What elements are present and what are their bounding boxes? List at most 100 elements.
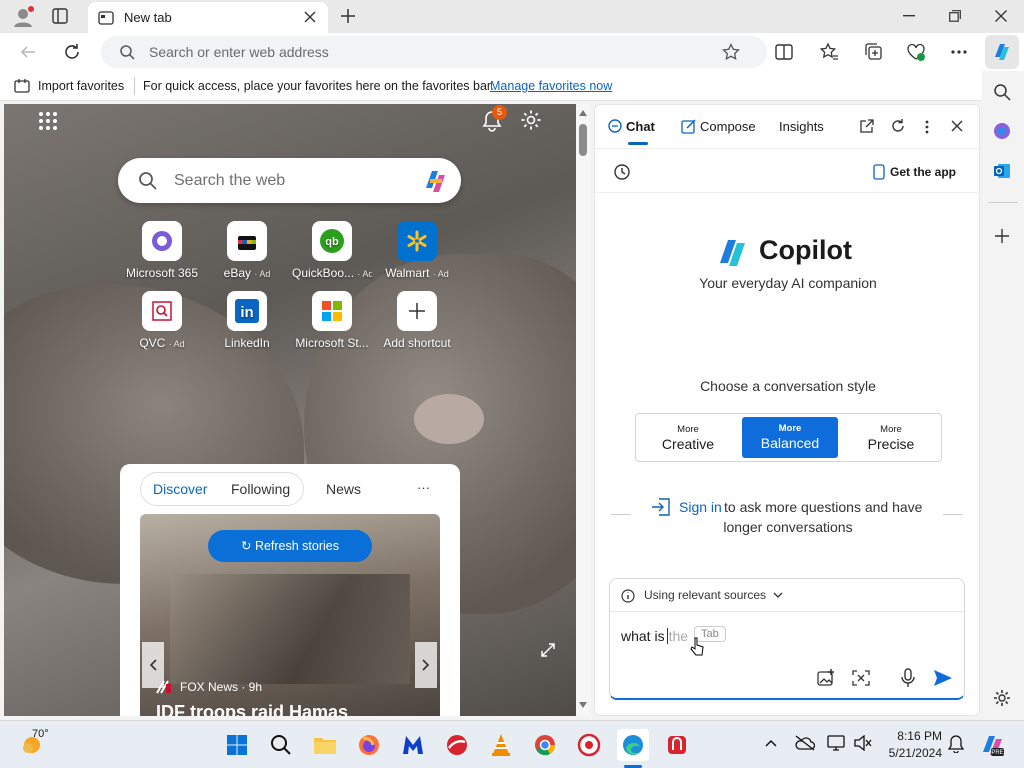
copilot-search-icon[interactable] xyxy=(421,166,451,196)
tab-compose[interactable]: Compose xyxy=(700,119,756,134)
start-button[interactable] xyxy=(221,729,253,761)
sources-dropdown[interactable]: Using relevant sources xyxy=(644,588,766,602)
favorites-icon[interactable] xyxy=(819,42,839,62)
search-icon xyxy=(138,171,158,191)
page-scrollbar[interactable] xyxy=(576,104,590,716)
refresh-icon: ↻ xyxy=(240,539,255,553)
story-card[interactable]: ↻ Refresh stories FOX News · 9h IDF troo… xyxy=(140,514,440,716)
apps-grid-icon[interactable] xyxy=(38,111,58,131)
chevron-up-icon[interactable] xyxy=(765,739,777,747)
screenshot-icon[interactable] xyxy=(852,670,870,686)
copilot-toolbar-button[interactable] xyxy=(985,35,1019,69)
chrome-icon[interactable] xyxy=(529,729,561,761)
notifications-bell-icon[interactable] xyxy=(948,735,964,753)
shortcut-quickbooks[interactable]: qb QuickBoo... · Ad xyxy=(292,221,372,280)
manage-favorites-link[interactable]: Manage favorites now xyxy=(490,79,612,93)
microphone-icon[interactable] xyxy=(901,668,915,688)
next-story-button[interactable] xyxy=(415,642,437,688)
minimize-button[interactable] xyxy=(903,15,915,17)
tab-insights[interactable]: Insights xyxy=(779,119,824,134)
security-app-icon[interactable] xyxy=(661,729,693,761)
profile-icon[interactable] xyxy=(12,6,34,28)
pane-more-icon[interactable] xyxy=(925,120,929,134)
feed-more-button[interactable]: ··· xyxy=(417,480,430,495)
scrollbar-thumb[interactable] xyxy=(579,124,587,156)
import-favorites-button[interactable]: Import favorites xyxy=(38,79,124,93)
history-icon[interactable] xyxy=(613,163,631,181)
clock-date[interactable]: 5/21/2024 xyxy=(886,746,942,760)
restore-button[interactable] xyxy=(949,10,961,22)
refresh-icon[interactable] xyxy=(890,118,906,134)
search-icon[interactable] xyxy=(993,83,1011,101)
close-pane-icon[interactable] xyxy=(951,120,963,132)
tab-following[interactable]: Following xyxy=(231,481,290,497)
notification-count-badge: 5 xyxy=(492,105,507,120)
taskbar-search-icon[interactable] xyxy=(265,729,297,761)
expand-icon[interactable] xyxy=(541,643,555,657)
shortcut-linkedin[interactable]: in LinkedIn xyxy=(207,291,287,350)
ccleaner-browser-icon[interactable] xyxy=(573,729,605,761)
new-tab-favicon xyxy=(98,10,114,26)
web-search-box[interactable]: Search the web xyxy=(118,158,461,203)
open-in-new-tab-icon[interactable] xyxy=(860,119,874,133)
volume-muted-icon[interactable] xyxy=(854,735,872,751)
browser-tab[interactable]: New tab xyxy=(88,2,328,33)
chat-input[interactable]: what is the xyxy=(621,628,689,644)
sidebar-settings-gear-icon[interactable] xyxy=(993,689,1011,707)
close-tab-icon[interactable] xyxy=(304,11,316,23)
collections-icon[interactable] xyxy=(864,42,884,62)
malwarebytes-icon[interactable] xyxy=(397,729,429,761)
browser-essentials-icon[interactable] xyxy=(906,42,926,62)
refresh-button[interactable] xyxy=(63,43,81,61)
tab-actions-icon[interactable] xyxy=(52,8,68,24)
page-settings-gear-icon[interactable] xyxy=(520,109,542,131)
chevron-down-icon[interactable] xyxy=(773,592,783,598)
style-creative-button[interactable]: More Creative xyxy=(638,414,738,461)
outlook-icon[interactable] xyxy=(993,162,1011,180)
autocomplete-suggestion: the xyxy=(666,628,689,644)
compose-icon xyxy=(681,118,697,134)
address-input[interactable]: Search or enter web address xyxy=(149,44,329,60)
add-shortcut-button[interactable]: Add shortcut xyxy=(377,291,457,350)
new-tab-button[interactable] xyxy=(340,8,356,24)
address-bar[interactable]: Search or enter web address xyxy=(101,36,767,68)
close-window-button[interactable] xyxy=(995,10,1007,22)
style-precise-button[interactable]: More Precise xyxy=(841,414,941,461)
shortcut-walmart[interactable]: Walmart · Ad xyxy=(377,221,457,280)
microsoft-365-sidebar-icon[interactable] xyxy=(993,122,1011,140)
get-the-app-button[interactable]: Get the app xyxy=(890,165,956,179)
vlc-icon[interactable] xyxy=(485,729,517,761)
shortcut-microsoft-365[interactable]: Microsoft 365 xyxy=(122,221,202,280)
favorite-star-icon[interactable] xyxy=(722,43,740,61)
add-image-icon[interactable] xyxy=(817,669,835,687)
shortcut-microsoft-store[interactable]: Microsoft St... xyxy=(292,291,372,350)
shortcut-ebay[interactable]: eBay · Ad xyxy=(207,221,287,280)
clock-time[interactable]: 8:16 PM xyxy=(886,729,942,743)
more-menu-icon[interactable] xyxy=(951,50,967,54)
tab-chat[interactable]: Chat xyxy=(626,119,655,134)
back-button[interactable] xyxy=(20,44,36,60)
copilot-taskbar-icon[interactable]: PRE xyxy=(980,732,1006,758)
add-sidebar-app-icon[interactable] xyxy=(995,229,1009,243)
story-title[interactable]: IDF troops raid Hamas xyxy=(156,702,348,716)
file-explorer-icon[interactable] xyxy=(309,729,341,761)
sign-in-link[interactable]: Sign in xyxy=(679,499,722,515)
tab-discover[interactable]: Discover xyxy=(153,481,207,497)
split-screen-icon[interactable] xyxy=(775,43,793,61)
signin-text-line2: longer conversations xyxy=(723,519,853,535)
onedrive-offline-icon[interactable] xyxy=(795,735,815,751)
shortcut-label: LinkedIn xyxy=(224,336,270,350)
tab-news[interactable]: News xyxy=(326,481,361,497)
refresh-stories-button[interactable]: ↻ Refresh stories xyxy=(208,530,372,562)
style-balanced-button[interactable]: More Balanced xyxy=(742,417,838,458)
send-icon[interactable] xyxy=(933,669,953,687)
firefox-icon[interactable] xyxy=(353,729,385,761)
search-icon xyxy=(119,44,135,60)
display-icon[interactable] xyxy=(827,735,845,751)
style-prompt: Choose a conversation style xyxy=(700,378,876,394)
edge-icon[interactable] xyxy=(617,729,649,761)
ccleaner-icon[interactable] xyxy=(441,729,473,761)
weather-temperature[interactable]: 70° xyxy=(32,728,49,740)
web-search-input[interactable]: Search the web xyxy=(174,172,285,190)
shortcut-qvc[interactable]: QVC · Ad xyxy=(122,291,202,350)
